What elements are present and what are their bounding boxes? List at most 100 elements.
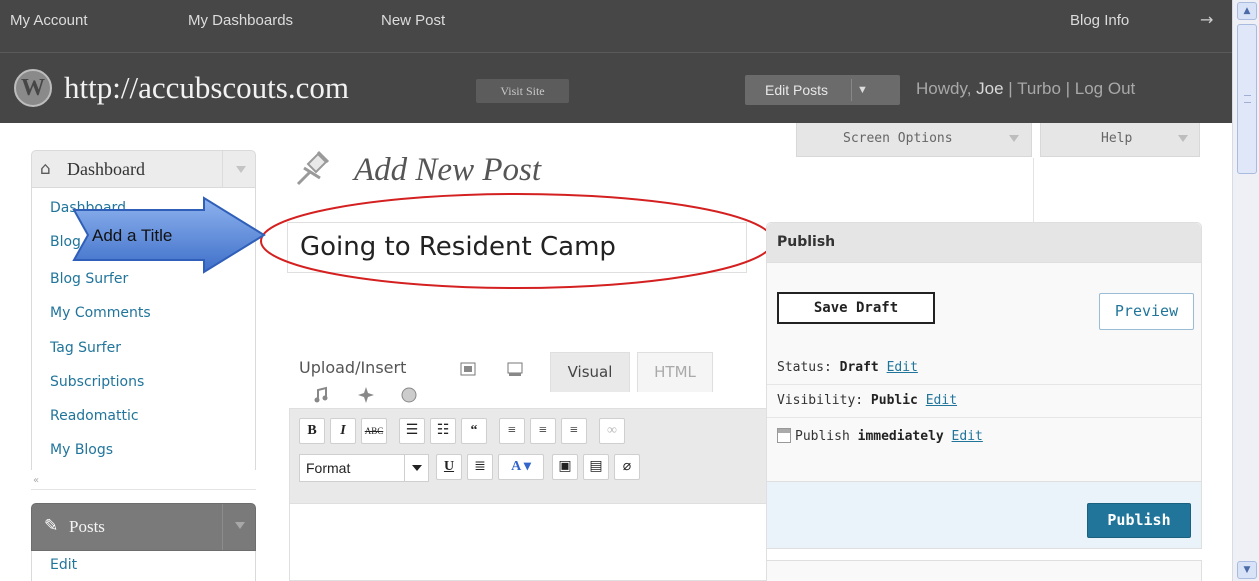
- my-dashboards-link[interactable]: My Dashboards: [188, 12, 293, 29]
- collapse-menu[interactable]: «: [31, 475, 256, 490]
- new-post-link[interactable]: New Post: [381, 12, 445, 29]
- image-icon[interactable]: [459, 360, 477, 378]
- link-icon[interactable]: ∞: [599, 418, 625, 444]
- editor-content-area[interactable]: [289, 504, 767, 581]
- format-select[interactable]: Format: [299, 454, 429, 482]
- caret-down-icon[interactable]: ▼: [857, 75, 868, 105]
- schedule-row: Publish immediately Edit: [767, 420, 1201, 453]
- sidebar-item-readomattic[interactable]: Readomattic: [50, 408, 139, 424]
- align-right-icon[interactable]: ≡: [561, 418, 587, 444]
- screen-options-label: Screen Options: [843, 131, 953, 146]
- edit-status-link[interactable]: Edit: [887, 360, 918, 375]
- visit-site-button[interactable]: Visit Site: [476, 79, 569, 103]
- pushpin-icon: [296, 150, 330, 186]
- numbered-list-icon[interactable]: ☷: [430, 418, 456, 444]
- publish-box: Publish Save Draft Preview Status: Draft…: [766, 222, 1202, 549]
- tab-visual[interactable]: Visual: [550, 352, 630, 392]
- site-title[interactable]: http://accubscouts.com: [64, 70, 349, 106]
- upload-insert-label: Upload/Insert: [299, 358, 407, 377]
- menu-dashboard-label: Dashboard: [67, 159, 145, 179]
- visibility-row: Visibility: Public Edit: [767, 385, 1201, 418]
- my-account-link[interactable]: My Account: [10, 12, 88, 29]
- calendar-icon: [777, 428, 791, 443]
- annotation-label: Add a Title: [92, 226, 172, 245]
- dropdown-arrow-icon: [1178, 135, 1188, 142]
- username[interactable]: Joe: [976, 79, 1003, 98]
- editor-toolbar: B I ABC ☰ ☷ “ ≡ ≡ ≡ ∞ Format U ≣ A ▾ ▣ ▤…: [289, 408, 767, 504]
- text-color-icon[interactable]: A ▾: [498, 454, 544, 480]
- preview-button[interactable]: Preview: [1099, 293, 1194, 330]
- save-draft-button[interactable]: Save Draft: [777, 292, 935, 324]
- menu-dashboard[interactable]: ⌂ Dashboard: [31, 150, 256, 188]
- menu-toggle[interactable]: [222, 151, 256, 187]
- publish-heading: Publish: [777, 234, 836, 250]
- status-label: Status:: [777, 360, 840, 375]
- publish-actions: Publish: [767, 481, 1201, 548]
- edit-schedule-link[interactable]: Edit: [952, 429, 983, 444]
- sidebar-item-edit[interactable]: Edit: [50, 557, 77, 573]
- edit-posts-button[interactable]: Edit Posts ▼: [745, 75, 900, 105]
- media-star-icon[interactable]: [357, 386, 375, 404]
- sidebar-item-my-blogs[interactable]: My Blogs: [50, 442, 113, 458]
- site-header: W http://accubscouts.com Visit Site Edit…: [0, 52, 1232, 123]
- publish-label: Publish: [795, 429, 858, 444]
- sidebar-item-tag-surfer[interactable]: Tag Surfer: [50, 340, 121, 356]
- post-title-input[interactable]: Going to Resident Camp: [287, 222, 747, 273]
- posts-submenu: Edit: [31, 551, 256, 581]
- underline-icon[interactable]: U: [436, 454, 462, 480]
- chevron-down-icon[interactable]: [404, 455, 428, 481]
- publish-header[interactable]: Publish: [767, 223, 1201, 263]
- remove-format-icon[interactable]: ⌀: [614, 454, 640, 480]
- help-label: Help: [1101, 131, 1133, 146]
- user-greeting: Howdy, Joe | Turbo | Log Out: [916, 79, 1135, 99]
- menu-posts-label: Posts: [69, 517, 105, 536]
- vertical-scrollbar[interactable]: ▲ ▼: [1232, 0, 1259, 581]
- edit-posts-label: Edit Posts: [765, 82, 829, 98]
- justify-icon[interactable]: ≣: [467, 454, 493, 480]
- paste-text-icon[interactable]: ▣: [552, 454, 578, 480]
- tab-html[interactable]: HTML: [637, 352, 713, 392]
- scroll-up-icon[interactable]: ▲: [1237, 2, 1257, 20]
- dropdown-arrow-icon: [1009, 135, 1019, 142]
- status-row: Status: Draft Edit: [767, 352, 1201, 385]
- bullet-list-icon[interactable]: ☰: [399, 418, 425, 444]
- wordpress-logo-icon: W: [14, 69, 52, 107]
- strikethrough-icon[interactable]: ABC: [361, 418, 387, 444]
- collapse-icon[interactable]: «: [33, 475, 39, 486]
- admin-bar: My Account My Dashboards New Post Blog I…: [0, 0, 1232, 52]
- publish-button[interactable]: Publish: [1087, 503, 1191, 538]
- arrow-right-icon[interactable]: →: [1200, 10, 1213, 29]
- publish-timing: immediately: [857, 429, 944, 444]
- sidebar-item-my-comments[interactable]: My Comments: [50, 305, 151, 321]
- blog-info-link[interactable]: Blog Info: [1070, 12, 1129, 29]
- next-meta-box: [766, 560, 1202, 581]
- menu-posts[interactable]: ✎ Posts: [31, 503, 256, 551]
- home-icon: ⌂: [40, 159, 51, 179]
- align-left-icon[interactable]: ≡: [499, 418, 525, 444]
- visibility-label: Visibility:: [777, 393, 871, 408]
- sidebar-item-subscriptions[interactable]: Subscriptions: [50, 374, 144, 390]
- page-title: Add New Post: [354, 152, 541, 188]
- visibility-value: Public: [870, 393, 918, 408]
- italic-icon[interactable]: I: [330, 418, 356, 444]
- media-circle-icon[interactable]: [400, 386, 418, 404]
- music-icon[interactable]: [312, 386, 330, 404]
- annotation-arrow: Add a Title: [72, 196, 266, 274]
- blockquote-icon[interactable]: “: [461, 418, 487, 444]
- help-tab[interactable]: Help: [1040, 123, 1200, 157]
- paste-word-icon[interactable]: ▤: [583, 454, 609, 480]
- pushpin-icon: ✎: [44, 516, 59, 536]
- user-links[interactable]: | Turbo | Log Out: [1004, 79, 1135, 98]
- bold-icon[interactable]: B: [299, 418, 325, 444]
- scroll-down-icon[interactable]: ▼: [1237, 561, 1257, 579]
- edit-visibility-link[interactable]: Edit: [926, 393, 957, 408]
- wp-admin-screen: My Account My Dashboards New Post Blog I…: [0, 0, 1259, 581]
- status-value: Draft: [839, 360, 879, 375]
- align-center-icon[interactable]: ≡: [530, 418, 556, 444]
- menu-toggle[interactable]: [222, 504, 256, 550]
- format-select-value: Format: [306, 460, 351, 476]
- howdy-prefix: Howdy,: [916, 79, 977, 98]
- scroll-thumb[interactable]: [1237, 24, 1257, 174]
- video-icon[interactable]: [506, 360, 524, 378]
- screen-options-tab[interactable]: Screen Options: [796, 123, 1032, 157]
